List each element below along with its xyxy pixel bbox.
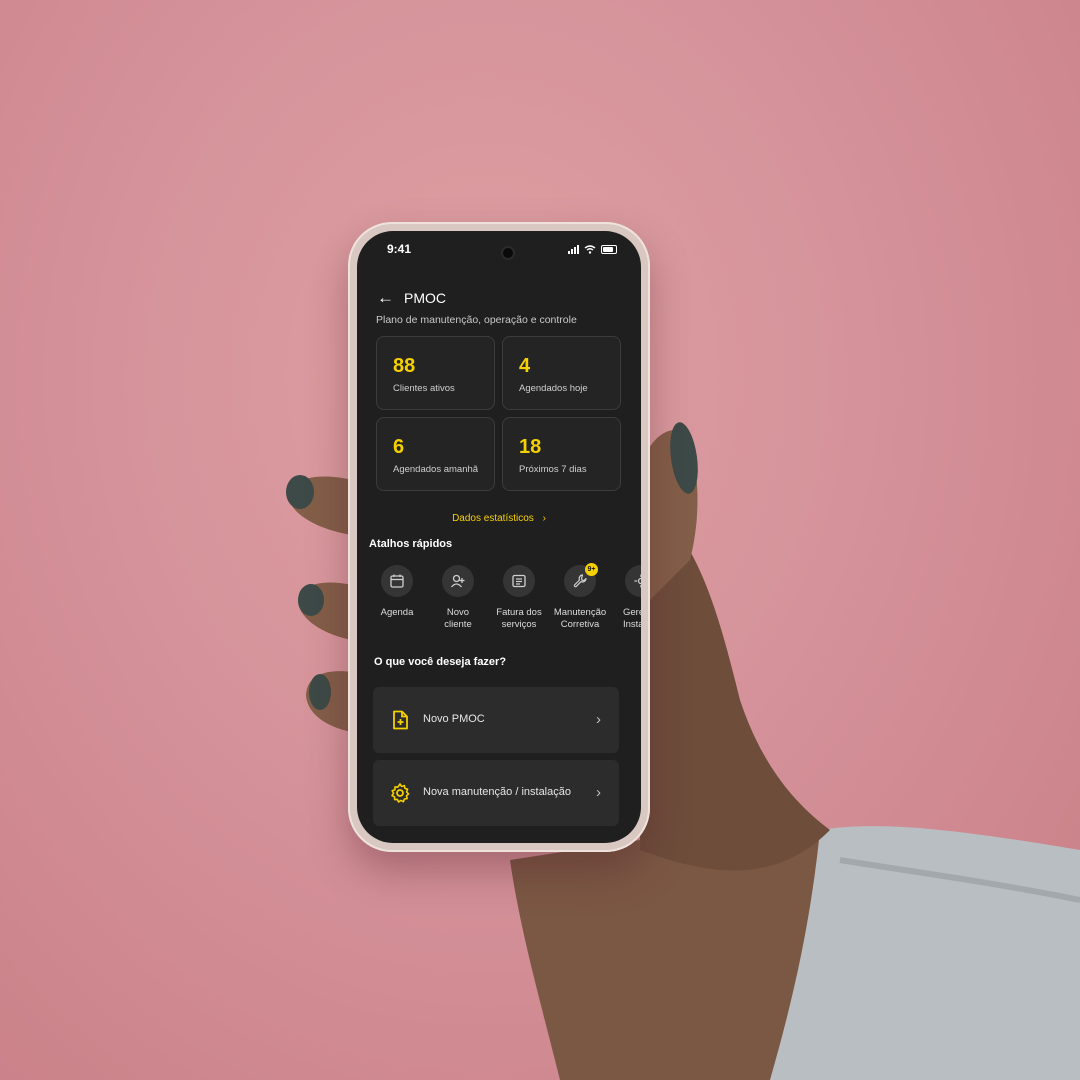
stats-link-label: Dados estatísticos xyxy=(452,513,534,524)
calendar-icon xyxy=(390,574,404,588)
chevron-right-icon: › xyxy=(596,711,601,728)
shortcut-agenda[interactable]: Agenda xyxy=(367,565,427,619)
shortcut-label: Fatura dos serviços xyxy=(496,607,542,630)
stat-card-proximos-7-dias[interactable]: 18 Próximos 7 dias xyxy=(502,417,621,491)
shortcut-fatura-dos-servicos[interactable]: Fatura dos serviços xyxy=(489,565,549,631)
shortcut-label: Novo cliente xyxy=(444,607,472,630)
stat-label: Agendados hoje xyxy=(519,383,588,394)
wifi-icon xyxy=(584,245,596,254)
page-title: PMOC xyxy=(404,289,446,306)
novo-pmoc-button[interactable]: Novo PMOC › xyxy=(373,687,619,753)
notification-badge: 9+ xyxy=(585,563,598,576)
settings-icon xyxy=(634,574,641,588)
stat-card-agendados-amanha[interactable]: 6 Agendados amanhã xyxy=(376,417,495,491)
shortcut-icon-circle xyxy=(381,565,413,597)
app-screen: 9:41 ← PMOC Plano de manutenção, operaçã… xyxy=(357,231,641,843)
status-icons xyxy=(568,245,617,254)
stat-value: 4 xyxy=(519,355,531,377)
shortcut-label: Manutenção Corretiva xyxy=(553,607,607,630)
new-document-icon xyxy=(393,710,408,730)
stat-label: Clientes ativos xyxy=(393,383,455,394)
stats-link[interactable]: Dados estatísticos › xyxy=(357,513,641,524)
stat-label: Próximos 7 dias xyxy=(519,464,587,475)
invoice-icon xyxy=(512,574,526,588)
shortcut-icon-circle xyxy=(503,565,535,597)
chevron-right-icon: › xyxy=(542,513,546,524)
shortcut-icon-circle xyxy=(625,565,641,597)
stat-card-agendados-hoje[interactable]: 4 Agendados hoje xyxy=(502,336,621,410)
nova-manutencao-button[interactable]: Nova manutenção / instalação › xyxy=(373,760,619,826)
shortcut-icon-circle: 9+ xyxy=(564,563,598,597)
front-camera xyxy=(503,248,513,258)
wrench-icon xyxy=(573,574,587,588)
stat-value: 88 xyxy=(393,355,416,377)
battery-icon xyxy=(601,245,617,254)
shortcuts-title: Atalhos rápidos xyxy=(369,538,453,550)
add-user-icon xyxy=(451,574,465,588)
stat-value: 18 xyxy=(519,436,542,458)
actions-title: O que você deseja fazer? xyxy=(374,656,507,668)
page-subtitle: Plano de manutenção, operação e controle xyxy=(376,314,577,326)
shortcut-manutencao-corretiva[interactable]: 9+ Manutenção Corretiva xyxy=(550,563,610,631)
shortcut-novo-cliente[interactable]: Novo cliente xyxy=(428,565,488,631)
stat-value: 6 xyxy=(393,436,405,458)
shortcut-icon-circle xyxy=(442,565,474,597)
phone-frame: 9:41 ← PMOC Plano de manutenção, operaçã… xyxy=(348,222,650,852)
page-header: ← PMOC xyxy=(377,289,446,306)
stat-label: Agendados amanhã xyxy=(393,464,479,475)
shortcut-gerenciar-instalacoes[interactable]: Gere Instal xyxy=(611,565,641,631)
stat-card-clientes-ativos[interactable]: 88 Clientes ativos xyxy=(376,336,495,410)
shortcut-label: Gere Instal xyxy=(623,607,641,630)
back-arrow-icon[interactable]: ← xyxy=(377,289,394,306)
status-time: 9:41 xyxy=(387,242,412,256)
shortcut-label: Agenda xyxy=(380,607,414,618)
signal-icon xyxy=(568,245,579,254)
gear-icon xyxy=(391,783,410,803)
action-label: Nova manutenção / instalação xyxy=(423,786,571,798)
shortcuts-row[interactable]: Agenda Novo cliente Fatura dos serviços … xyxy=(367,563,641,645)
action-label: Novo PMOC xyxy=(423,713,485,725)
chevron-right-icon: › xyxy=(596,784,601,801)
